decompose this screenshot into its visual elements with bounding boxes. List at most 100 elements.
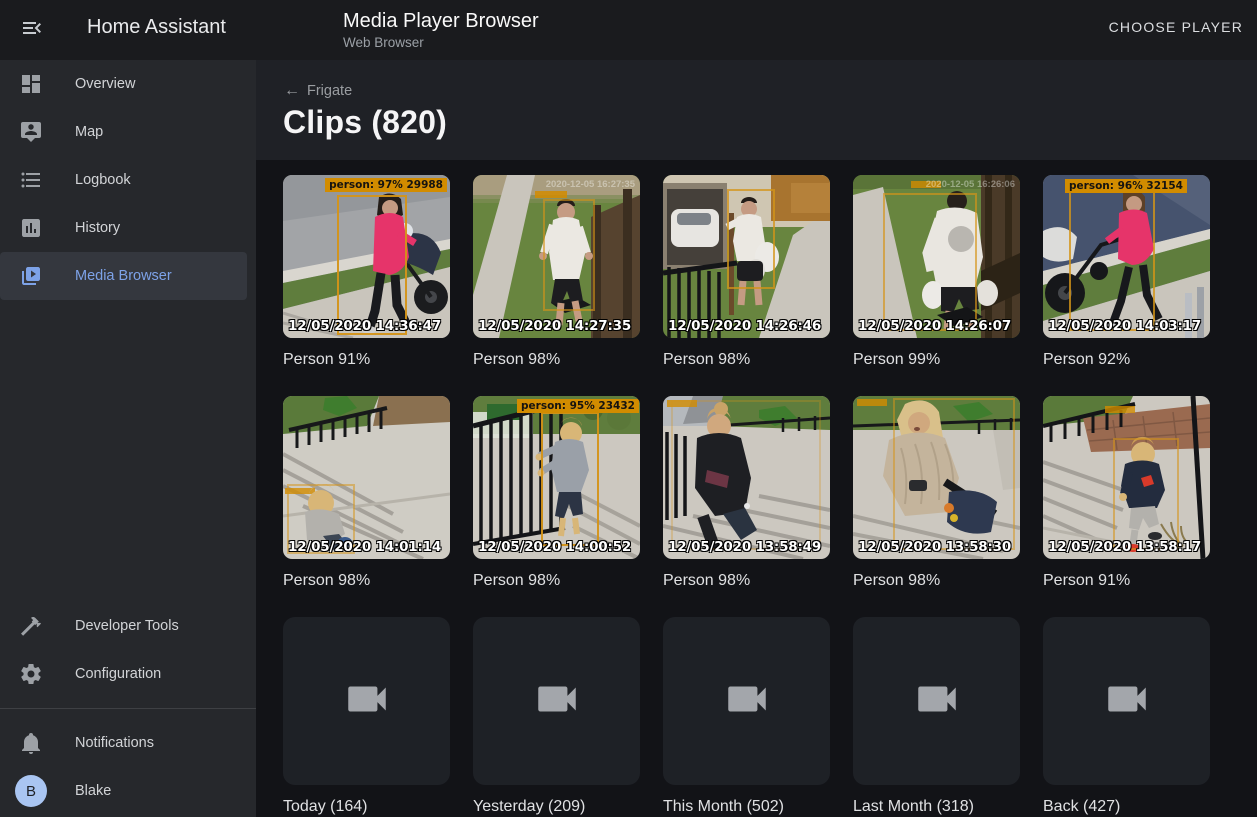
clip-timestamp-overlay: 12/05/2020 13:58:17 (1048, 539, 1201, 555)
detection-bounding-box (727, 189, 775, 289)
folder-card (473, 617, 640, 785)
sidebar-item-label: Developer Tools (75, 618, 179, 634)
sidebar-item-media-browser[interactable]: Media Browser (0, 252, 247, 300)
clip-timestamp-overlay: 12/05/2020 13:58:30 (858, 539, 1011, 555)
media-clip-item[interactable]: 12/05/2020 14:01:14 Person 98% (283, 396, 450, 591)
clip-label: Person 91% (283, 349, 450, 370)
media-clip-item[interactable]: person: 96% 32154 12/05/2020 14:03:17 Pe… (1043, 175, 1210, 370)
clip-label: Person 98% (283, 570, 450, 591)
detection-label: person: 96% 32154 (1065, 179, 1187, 193)
detection-bounding-box (883, 193, 977, 331)
sidebar-item-label: Media Browser (75, 268, 172, 284)
sidebar-item-label: Configuration (75, 666, 161, 682)
media-clip-item[interactable]: 12/05/2020 13:58:49 Person 98% (663, 396, 830, 591)
sidebar-title: Home Assistant (87, 16, 226, 39)
clip-thumbnail: 12/05/2020 13:58:30 (853, 396, 1020, 559)
video-icon (1102, 674, 1152, 729)
folder-label: Today (164) (283, 796, 450, 817)
media-folder-item-today[interactable]: Today (164) (283, 617, 450, 817)
sidebar-item-history[interactable]: History (0, 204, 256, 252)
clip-label: Person 98% (663, 349, 830, 370)
bell-icon (19, 731, 43, 755)
camera-osd-text: 2020-12-05 16:26:06 (926, 179, 1015, 190)
detection-bounding-box (541, 412, 599, 546)
detection-bounding-box (1113, 438, 1179, 550)
panel-title-block: Media Player Browser Web Browser (343, 9, 539, 50)
media-clip-item[interactable]: 12/05/2020 14:26:46 Person 98% (663, 175, 830, 370)
panel-title: Media Player Browser (343, 9, 539, 33)
sidebar-item-overview[interactable]: Overview (0, 60, 256, 108)
media-clip-item[interactable]: 2020-12-05 16:26:06 12/05/2020 14:26:07 … (853, 175, 1020, 370)
menu-open-icon (20, 16, 44, 45)
sidebar-item-logbook[interactable]: Logbook (0, 156, 256, 204)
clip-thumbnail: 12/05/2020 14:01:14 (283, 396, 450, 559)
clip-timestamp-overlay: 12/05/2020 14:36:47 (288, 318, 441, 334)
sidebar-item-label: Notifications (75, 735, 154, 751)
avatar: B (15, 775, 47, 807)
clip-thumbnail: 2020-12-05 16:27:35 12/05/2020 14:27:35 (473, 175, 640, 338)
media-folder-item-yesterday[interactable]: Yesterday (209) (473, 617, 640, 817)
sidebar-item-label: Overview (75, 76, 135, 92)
video-icon (342, 674, 392, 729)
detection-bounding-box (543, 199, 595, 311)
clip-thumbnail: 12/05/2020 13:58:49 (663, 396, 830, 559)
choose-player-button[interactable]: CHOOSE PLAYER (1109, 19, 1243, 35)
clip-thumbnail: 12/05/2020 13:58:17 (1043, 396, 1210, 559)
sidebar-item-developer-tools[interactable]: Developer Tools (0, 602, 256, 650)
breadcrumb-label: Frigate (307, 83, 352, 99)
video-icon (722, 674, 772, 729)
clip-label: Person 92% (1043, 349, 1210, 370)
clip-label: Person 98% (473, 570, 640, 591)
clip-thumbnail: 2020-12-05 16:26:06 12/05/2020 14:26:07 (853, 175, 1020, 338)
sidebar-item-map[interactable]: Map (0, 108, 256, 156)
media-clip-item[interactable]: person: 97% 29988 12/05/2020 14:36:47 Pe… (283, 175, 450, 370)
clip-label: Person 98% (853, 570, 1020, 591)
folder-label: Yesterday (209) (473, 796, 640, 817)
media-clip-item[interactable]: 2020-12-05 16:27:35 12/05/2020 14:27:35 … (473, 175, 640, 370)
media-browser-body: person: 97% 29988 12/05/2020 14:36:47 Pe… (256, 160, 1257, 817)
clip-label: Person 99% (853, 349, 1020, 370)
folder-card (853, 617, 1020, 785)
hammer-icon (19, 614, 43, 638)
media-folder-item-back[interactable]: Back (427) (1043, 617, 1210, 817)
breadcrumb-back[interactable]: ← Frigate (284, 82, 352, 100)
clip-timestamp-overlay: 12/05/2020 13:58:49 (668, 539, 821, 555)
user-name: Blake (75, 783, 111, 799)
media-clip-item[interactable]: person: 95% 23432 12/05/2020 14:00:52 Pe… (473, 396, 640, 591)
detection-label: person: 97% 29988 (325, 178, 447, 192)
sidebar-item-user-profile[interactable]: B Blake (0, 767, 256, 815)
clip-thumbnail: person: 97% 29988 12/05/2020 14:36:47 (283, 175, 450, 338)
page-title: Clips (820) (283, 104, 447, 141)
media-folder-item-last-month[interactable]: Last Month (318) (853, 617, 1020, 817)
video-icon (532, 674, 582, 729)
sidebar: Overview Map Logbook History Media Brows… (0, 60, 256, 817)
sidebar-footer: Developer Tools Configuration Notificati… (0, 602, 256, 815)
media-clip-item[interactable]: 12/05/2020 13:58:30 Person 98% (853, 396, 1020, 591)
clip-timestamp-overlay: 12/05/2020 14:03:17 (1048, 318, 1201, 334)
chart-box-icon (19, 216, 43, 240)
detection-bounding-box (337, 195, 407, 335)
media-folder-item-this-month[interactable]: This Month (502) (663, 617, 830, 817)
clip-thumbnail: person: 96% 32154 12/05/2020 14:03:17 (1043, 175, 1210, 338)
folder-card (663, 617, 830, 785)
cog-icon (19, 662, 43, 686)
clip-thumbnail: person: 95% 23432 12/05/2020 14:00:52 (473, 396, 640, 559)
folder-card (1043, 617, 1210, 785)
camera-osd-text: 2020-12-05 16:27:35 (546, 179, 635, 190)
clip-timestamp-overlay: 12/05/2020 14:26:07 (858, 318, 1011, 334)
app-header: Home Assistant Media Player Browser Web … (0, 0, 1257, 60)
clip-timestamp-overlay: 12/05/2020 14:01:14 (288, 539, 441, 555)
media-clip-item[interactable]: 12/05/2020 13:58:17 Person 91% (1043, 396, 1210, 591)
detection-bounding-box (671, 400, 821, 550)
sidebar-item-notifications[interactable]: Notifications (0, 719, 256, 767)
sidebar-item-label: Logbook (75, 172, 131, 188)
clip-label: Person 98% (663, 570, 830, 591)
sidebar-item-label: Map (75, 124, 103, 140)
folder-card (283, 617, 450, 785)
sidebar-item-configuration[interactable]: Configuration (0, 650, 256, 698)
clip-thumbnail: 12/05/2020 14:26:46 (663, 175, 830, 338)
clip-label: Person 98% (473, 349, 640, 370)
sidebar-toggle-button[interactable] (14, 12, 50, 48)
detection-bounding-box (1069, 191, 1155, 331)
sidebar-item-label: History (75, 220, 120, 236)
